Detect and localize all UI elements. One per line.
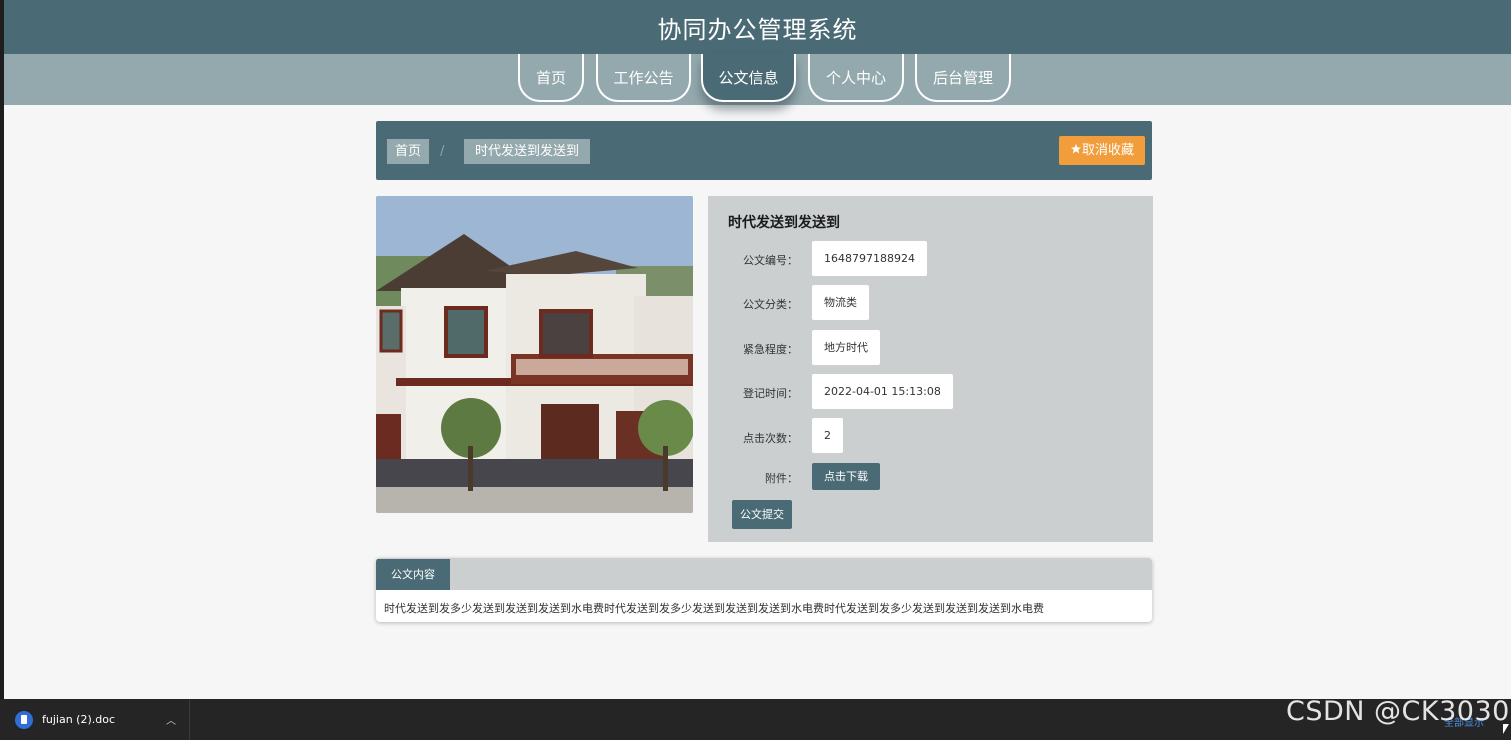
download-item[interactable]: fujian (2).doc ︿ <box>0 699 190 740</box>
content-card-header: 公文内容 <box>376 558 1152 590</box>
tab-document-content[interactable]: 公文内容 <box>376 559 450 590</box>
nav-item-profile[interactable]: 个人中心 <box>808 54 904 102</box>
document-content-card: 公文内容 时代发送到发多少发送到发送到发送到水电费时代发送到发多少发送到发送到发… <box>376 558 1152 622</box>
field-label-click-count: 点击次数： <box>743 432 798 445</box>
download-button[interactable]: 点击下载 <box>812 463 880 490</box>
field-label-category: 公文分类： <box>743 298 798 311</box>
star-icon <box>1070 144 1081 154</box>
word-document-icon <box>15 711 33 729</box>
chevron-up-icon[interactable]: ︿ <box>166 712 176 727</box>
field-label-number: 公文编号： <box>743 254 798 267</box>
document-title: 时代发送到发送到 <box>728 215 840 231</box>
breadcrumb: 首页 / 时代发送到发送到 取消收藏 <box>376 121 1152 180</box>
nav-item-announcements[interactable]: 工作公告 <box>596 54 691 102</box>
breadcrumb-separator: / <box>440 144 445 159</box>
nav-item-documents[interactable]: 公文信息 <box>701 54 796 102</box>
submit-document-button[interactable]: 公文提交 <box>732 500 792 529</box>
page: 协同办公管理系统 首页 工作公告 公文信息 个人中心 后台管理 首页 / 时代发… <box>4 0 1511 699</box>
download-file-name: fujian (2).doc <box>42 713 116 726</box>
document-content-text: 时代发送到发多少发送到发送到发送到水电费时代发送到发多少发送到发送到发送到水电费… <box>384 602 1044 615</box>
field-value-category: 物流类 <box>812 285 869 320</box>
document-image <box>376 196 693 513</box>
document-detail-panel: 时代发送到发送到 公文编号： 1648797188924 公文分类： 物流类 紧… <box>708 196 1153 542</box>
field-label-registered-time: 登记时间： <box>743 387 798 400</box>
unfavorite-button[interactable]: 取消收藏 <box>1059 136 1145 165</box>
nav-item-admin[interactable]: 后台管理 <box>915 54 1011 102</box>
field-label-attachment: 附件： <box>765 472 798 485</box>
header-bar: 协同办公管理系统 <box>4 0 1511 54</box>
nav-item-home[interactable]: 首页 <box>518 54 584 102</box>
mouse-cursor-icon <box>1503 724 1509 734</box>
field-value-click-count: 2 <box>812 418 843 453</box>
unfavorite-label: 取消收藏 <box>1081 143 1134 158</box>
site-title: 协同办公管理系统 <box>657 16 858 44</box>
field-value-urgency: 地方时代 <box>812 330 880 365</box>
download-bar: fujian (2).doc ︿ 全部显示 <box>0 699 1511 740</box>
field-value-registered-time: 2022-04-01 15:13:08 <box>812 374 953 409</box>
field-value-number: 1648797188924 <box>812 241 927 276</box>
nav-bar: 首页 工作公告 公文信息 个人中心 后台管理 <box>4 54 1511 105</box>
breadcrumb-home[interactable]: 首页 <box>387 139 430 164</box>
breadcrumb-current: 时代发送到发送到 <box>464 139 591 164</box>
field-label-urgency: 紧急程度： <box>743 343 798 356</box>
watermark: CSDN @CK3030 <box>1286 696 1510 727</box>
